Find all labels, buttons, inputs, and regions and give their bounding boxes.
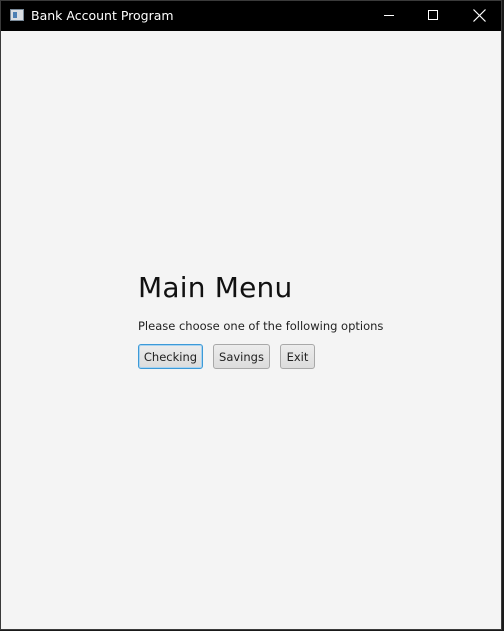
maximize-button[interactable] bbox=[411, 1, 457, 31]
window-title: Bank Account Program bbox=[31, 8, 174, 23]
checking-button[interactable]: Checking bbox=[138, 344, 203, 369]
page-title: Main Menu bbox=[138, 271, 293, 304]
exit-button[interactable]: Exit bbox=[280, 344, 315, 369]
close-icon bbox=[473, 9, 486, 22]
maximize-icon bbox=[428, 10, 438, 20]
instruction-label: Please choose one of the following optio… bbox=[138, 319, 384, 333]
minimize-icon bbox=[384, 15, 394, 16]
savings-button[interactable]: Savings bbox=[213, 344, 270, 369]
title-bar[interactable]: Bank Account Program bbox=[1, 1, 501, 31]
main-menu-panel: Main Menu Please choose one of the follo… bbox=[1, 31, 501, 629]
app-window: Bank Account Program Main Menu Please ch… bbox=[0, 0, 502, 630]
app-icon bbox=[10, 9, 24, 21]
close-button[interactable] bbox=[457, 1, 503, 31]
minimize-button[interactable] bbox=[365, 1, 411, 31]
